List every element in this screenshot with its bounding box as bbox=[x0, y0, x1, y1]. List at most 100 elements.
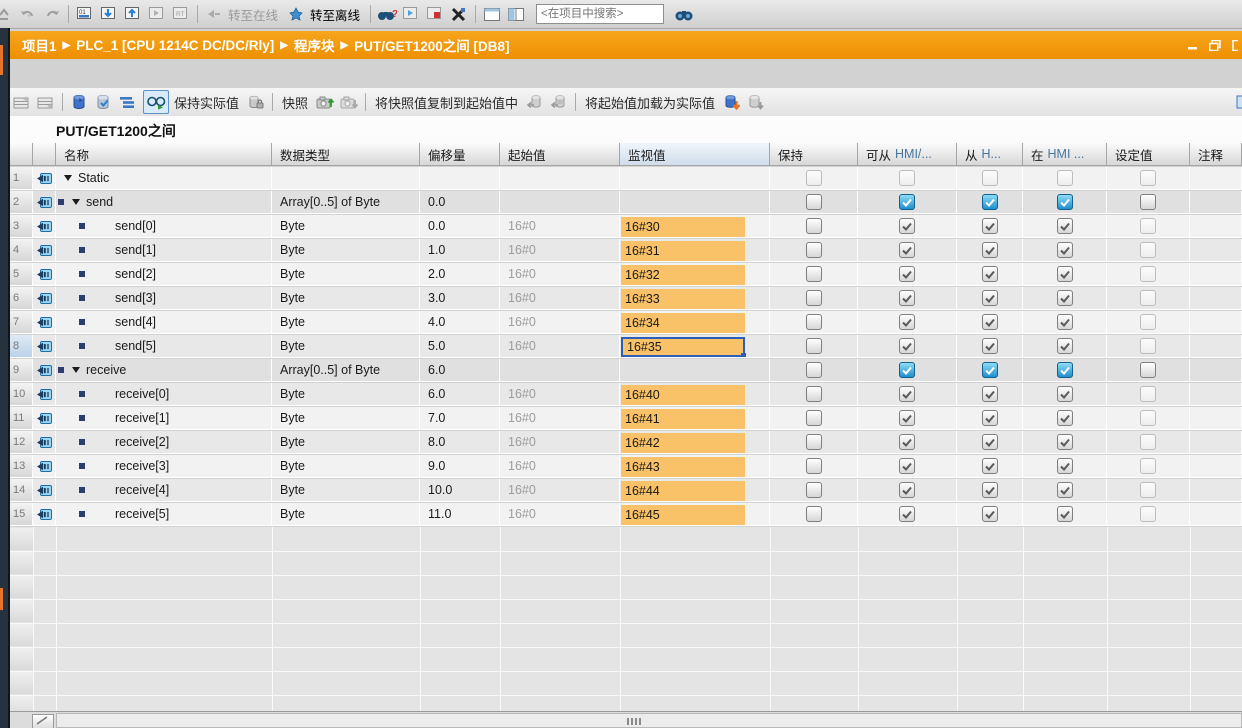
monitor-value-cell[interactable]: 16#31 bbox=[621, 241, 745, 261]
writable-from-hmi-checkbox[interactable] bbox=[982, 242, 998, 258]
column-header-comment[interactable]: 注释 bbox=[1190, 143, 1242, 166]
comment-cell[interactable] bbox=[1190, 335, 1242, 358]
visible-in-hmi-checkbox[interactable] bbox=[1057, 362, 1073, 378]
name-cell[interactable]: Static bbox=[56, 167, 272, 190]
accessible-from-hmi-checkbox[interactable] bbox=[899, 194, 915, 210]
table-row[interactable]: 2 send Array[0..5] of Byte 0.0 bbox=[10, 191, 1242, 215]
column-header-in[interactable]: 在HMI ... bbox=[1023, 143, 1107, 166]
writable-from-hmi-checkbox[interactable] bbox=[982, 482, 998, 498]
accessible-from-hmi-checkbox[interactable] bbox=[899, 362, 915, 378]
setpoint-checkbox[interactable] bbox=[1140, 338, 1156, 354]
monitor-cell[interactable] bbox=[620, 359, 770, 382]
monitor-cell[interactable]: 16#30 bbox=[620, 215, 770, 238]
name-cell[interactable]: receive[4] bbox=[56, 479, 272, 502]
monitor-value-cell[interactable]: 16#42 bbox=[621, 433, 745, 453]
type-cell[interactable]: Byte bbox=[272, 215, 420, 238]
monitor-value-cell[interactable]: 16#41 bbox=[621, 409, 745, 429]
column-header-offset[interactable]: 偏移量 bbox=[420, 143, 500, 166]
table-row[interactable]: 12 receive[2] Byte 8.0 16#0 16#42 bbox=[10, 431, 1242, 455]
visible-in-hmi-checkbox[interactable] bbox=[1057, 458, 1073, 474]
setpoint-checkbox[interactable] bbox=[1140, 458, 1156, 474]
monitor-cell[interactable]: 16#42 bbox=[620, 431, 770, 454]
minimize-icon[interactable] bbox=[1188, 40, 1199, 50]
restore-icon[interactable] bbox=[1209, 40, 1221, 51]
accessible-from-hmi-checkbox[interactable] bbox=[899, 266, 915, 282]
start-value-cell[interactable]: 16#0 bbox=[500, 311, 620, 334]
visible-in-hmi-checkbox[interactable] bbox=[1057, 386, 1073, 402]
visible-in-hmi-checkbox[interactable] bbox=[1057, 338, 1073, 354]
start-value-cell[interactable]: 16#0 bbox=[500, 287, 620, 310]
split-editor-horizontal-icon[interactable] bbox=[480, 3, 504, 25]
writable-from-hmi-checkbox[interactable] bbox=[982, 410, 998, 426]
setpoint-checkbox[interactable] bbox=[1140, 314, 1156, 330]
accessible-from-hmi-checkbox[interactable] bbox=[899, 314, 915, 330]
monitor-value-cell[interactable]: 16#45 bbox=[621, 505, 745, 525]
writable-from-hmi-checkbox[interactable] bbox=[982, 170, 998, 186]
retain-checkbox[interactable] bbox=[806, 170, 822, 186]
start-value-cell[interactable] bbox=[500, 191, 620, 214]
writable-from-hmi-checkbox[interactable] bbox=[982, 338, 998, 354]
retain-checkbox[interactable] bbox=[806, 314, 822, 330]
scrollbar-track[interactable] bbox=[56, 713, 1242, 728]
table-row[interactable]: 11 receive[1] Byte 7.0 16#0 16#41 bbox=[10, 407, 1242, 431]
type-cell[interactable]: Byte bbox=[272, 407, 420, 430]
comment-cell[interactable] bbox=[1190, 239, 1242, 262]
visible-in-hmi-checkbox[interactable] bbox=[1057, 506, 1073, 522]
writable-from-hmi-checkbox[interactable] bbox=[982, 290, 998, 306]
writable-from-hmi-checkbox[interactable] bbox=[982, 194, 998, 210]
setpoint-checkbox[interactable] bbox=[1140, 506, 1156, 522]
download-to-device-icon[interactable] bbox=[97, 3, 121, 25]
redo-icon[interactable] bbox=[40, 3, 64, 25]
visible-in-hmi-checkbox[interactable] bbox=[1057, 482, 1073, 498]
name-cell[interactable]: send[2] bbox=[56, 263, 272, 286]
search-input[interactable] bbox=[536, 4, 664, 24]
column-header-monitor[interactable]: 监视值 bbox=[620, 143, 770, 166]
selection-handle[interactable] bbox=[741, 353, 746, 358]
table-row[interactable]: 4 send[1] Byte 1.0 16#0 16#31 bbox=[10, 239, 1242, 263]
cross-references-icon[interactable] bbox=[447, 3, 471, 25]
start-value-cell[interactable]: 16#0 bbox=[500, 503, 620, 526]
comment-cell[interactable] bbox=[1190, 359, 1242, 382]
table-row[interactable]: 1 Static bbox=[10, 167, 1242, 191]
table-row[interactable]: 7 send[4] Byte 4.0 16#0 16#34 bbox=[10, 311, 1242, 335]
monitor-cell[interactable]: 16#43 bbox=[620, 455, 770, 478]
monitor-value-cell[interactable]: 16#44 bbox=[621, 481, 745, 501]
scroll-left-button[interactable] bbox=[32, 714, 54, 728]
visible-in-hmi-checkbox[interactable] bbox=[1057, 170, 1073, 186]
visible-in-hmi-checkbox[interactable] bbox=[1057, 434, 1073, 450]
compile-icon[interactable]: 01 bbox=[73, 3, 97, 25]
keep-actual-values-lock-icon[interactable] bbox=[244, 91, 268, 113]
start-value-cell[interactable]: 16#0 bbox=[500, 455, 620, 478]
table-row[interactable]: 8 send[5] Byte 5.0 16#0 16#35 bbox=[10, 335, 1242, 359]
stop-cpu-icon[interactable] bbox=[423, 3, 447, 25]
name-cell[interactable]: receive[0] bbox=[56, 383, 272, 406]
retain-checkbox[interactable] bbox=[806, 290, 822, 306]
monitor-cell[interactable]: 16#40 bbox=[620, 383, 770, 406]
retain-checkbox[interactable] bbox=[806, 338, 822, 354]
retain-checkbox[interactable] bbox=[806, 386, 822, 402]
start-value-cell[interactable]: 16#0 bbox=[500, 431, 620, 454]
comment-cell[interactable] bbox=[1190, 191, 1242, 214]
start-runtime-icon[interactable]: RT bbox=[169, 3, 193, 25]
retain-checkbox[interactable] bbox=[806, 194, 822, 210]
table-row[interactable]: 3 send[0] Byte 0.0 16#0 16#30 bbox=[10, 215, 1242, 239]
snapshot-take-icon[interactable] bbox=[313, 91, 337, 113]
monitor-value-cell[interactable]: 16#43 bbox=[621, 457, 745, 477]
visible-in-hmi-checkbox[interactable] bbox=[1057, 314, 1073, 330]
accessible-from-hmi-checkbox[interactable] bbox=[899, 410, 915, 426]
visible-in-hmi-checkbox[interactable] bbox=[1057, 266, 1073, 282]
setpoint-checkbox[interactable] bbox=[1140, 410, 1156, 426]
comment-cell[interactable] bbox=[1190, 311, 1242, 334]
expander-icon[interactable] bbox=[72, 367, 80, 373]
retain-checkbox[interactable] bbox=[806, 506, 822, 522]
table-row[interactable]: 9 receive Array[0..5] of Byte 6.0 bbox=[10, 359, 1242, 383]
type-cell[interactable]: Byte bbox=[272, 503, 420, 526]
go-online-label[interactable]: 转至在线 bbox=[228, 5, 278, 24]
setpoint-checkbox[interactable] bbox=[1140, 434, 1156, 450]
setpoint-checkbox[interactable] bbox=[1140, 242, 1156, 258]
monitor-cell[interactable]: 16#41 bbox=[620, 407, 770, 430]
clipped-right-toolbar-icon[interactable] bbox=[1232, 91, 1242, 113]
accessible-from-hmi-checkbox[interactable] bbox=[899, 338, 915, 354]
load-start-values-icon[interactable] bbox=[720, 91, 744, 113]
name-cell[interactable]: send bbox=[56, 191, 272, 214]
